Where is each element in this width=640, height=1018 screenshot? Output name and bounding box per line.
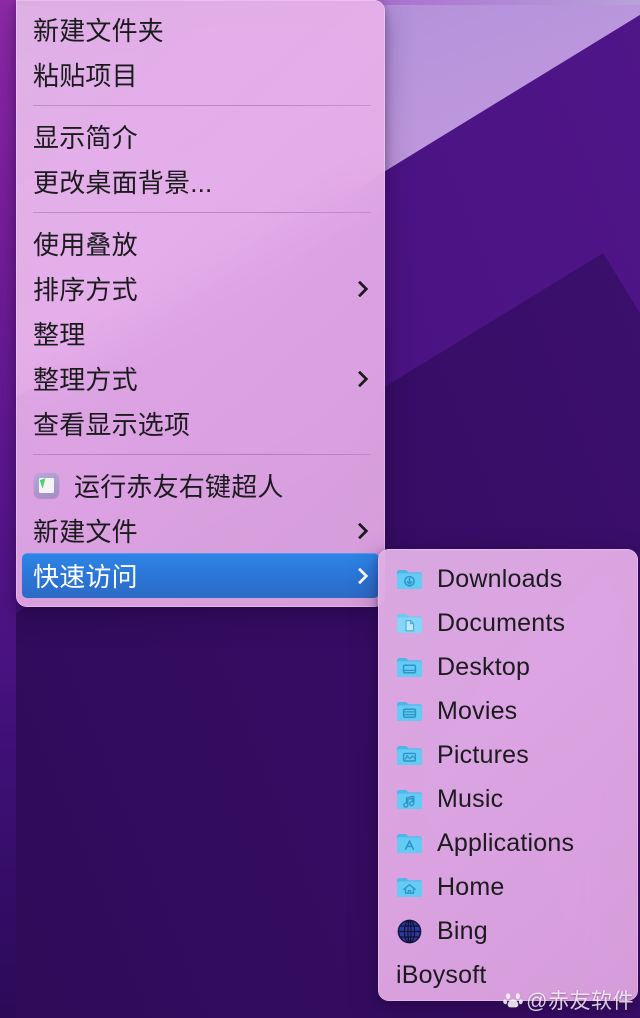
menu-item-label: 显示简介: [33, 123, 138, 153]
menu-item-change-desktop-background[interactable]: 更改桌面背景...: [22, 159, 379, 204]
menu-item-label: 整理: [33, 320, 86, 350]
quick-access-submenu: Downloads Documents Desktop Movies Pictu…: [378, 549, 638, 1001]
submenu-item-label: Desktop: [437, 652, 531, 681]
submenu-item-home[interactable]: Home: [384, 865, 632, 909]
submenu-item-movies[interactable]: Movies: [384, 689, 632, 733]
menu-item-label: 新建文件夹: [33, 16, 165, 46]
submenu-item-label: Movies: [437, 696, 518, 725]
submenu-item-desktop[interactable]: Desktop: [384, 645, 632, 689]
submenu-item-label: iBoysoft: [396, 960, 487, 989]
menu-item-quick-access[interactable]: 快速访问: [22, 553, 379, 598]
menu-separator: [33, 105, 371, 106]
submenu-item-label: Downloads: [437, 564, 563, 593]
chevron-right-icon: [351, 366, 369, 392]
submenu-item-label: Home: [437, 872, 505, 901]
submenu-item-iboysoft[interactable]: iBoysoft: [384, 953, 632, 997]
menu-item-new-folder[interactable]: 新建文件夹: [22, 7, 379, 52]
menu-item-show-view-options[interactable]: 查看显示选项: [22, 401, 379, 446]
submenu-item-pictures[interactable]: Pictures: [384, 733, 632, 777]
submenu-item-label: Applications: [437, 828, 575, 857]
folder-desktop-icon: [396, 654, 423, 681]
submenu-item-bing[interactable]: Bing: [384, 909, 632, 953]
submenu-item-applications[interactable]: Applications: [384, 821, 632, 865]
menu-item-label: 整理方式: [33, 365, 138, 395]
folder-downloads-icon: [396, 566, 423, 593]
menu-item-label: 快速访问: [33, 562, 138, 592]
folder-movies-icon: [396, 698, 423, 725]
submenu-item-music[interactable]: Music: [384, 777, 632, 821]
desktop-context-menu: 新建文件夹 粘贴项目 显示简介 更改桌面背景... 使用叠放 排序方式 整理 整…: [16, 0, 385, 607]
submenu-item-label: Pictures: [437, 740, 529, 769]
menu-separator: [33, 454, 371, 455]
menu-item-use-stacks[interactable]: 使用叠放: [22, 221, 379, 266]
submenu-item-label: Bing: [437, 916, 488, 945]
menu-item-run-right-click-hero[interactable]: 运行赤友右键超人: [22, 463, 379, 508]
globe-icon: [396, 918, 423, 945]
menu-item-paste-item[interactable]: 粘贴项目: [22, 52, 379, 97]
chevron-right-icon: [351, 518, 369, 544]
app-cursor-icon: [33, 472, 60, 499]
folder-applications-icon: [396, 830, 423, 857]
menu-item-sort-by[interactable]: 排序方式: [22, 266, 379, 311]
folder-home-icon: [396, 874, 423, 901]
submenu-item-label: Documents: [437, 608, 566, 637]
menu-separator: [33, 212, 371, 213]
submenu-item-documents[interactable]: Documents: [384, 601, 632, 645]
folder-pictures-icon: [396, 742, 423, 769]
menu-item-clean-up-by[interactable]: 整理方式: [22, 356, 379, 401]
menu-item-label: 查看显示选项: [33, 410, 191, 440]
menu-item-label: 使用叠放: [33, 230, 138, 260]
menu-item-label: 运行赤友右键超人: [74, 472, 284, 502]
menu-item-new-file[interactable]: 新建文件: [22, 508, 379, 553]
menu-item-label: 新建文件: [33, 517, 138, 547]
submenu-item-label: Music: [437, 784, 504, 813]
menu-item-clean-up[interactable]: 整理: [22, 311, 379, 356]
menu-item-get-info[interactable]: 显示简介: [22, 114, 379, 159]
screen: 新建文件夹 粘贴项目 显示简介 更改桌面背景... 使用叠放 排序方式 整理 整…: [0, 0, 640, 1018]
menu-item-label: 排序方式: [33, 275, 138, 305]
chevron-right-icon: [351, 276, 369, 302]
wallpaper-left-edge: [0, 0, 16, 1018]
folder-music-icon: [396, 786, 423, 813]
submenu-item-downloads[interactable]: Downloads: [384, 557, 632, 601]
folder-documents-icon: [396, 610, 423, 637]
menu-item-label: 粘贴项目: [33, 61, 138, 91]
chevron-right-icon: [351, 563, 369, 589]
menu-item-label: 更改桌面背景...: [33, 168, 213, 198]
